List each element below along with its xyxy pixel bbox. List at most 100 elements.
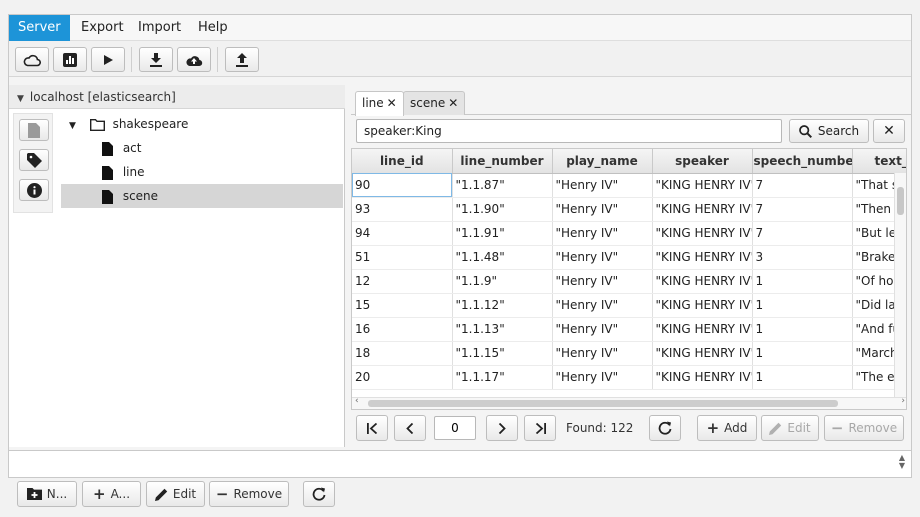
connection-header[interactable]: ▼ localhost [elasticsearch] [9,85,345,109]
cell-line-number[interactable]: "1.1.9" [452,269,553,294]
cell-speaker[interactable]: "KING HENRY IV" [652,269,753,294]
cell-line-id[interactable]: 94 [352,221,453,246]
cell-line-number[interactable]: "1.1.87" [452,173,553,198]
vertical-scrollbar[interactable] [894,173,906,401]
cell-line-id[interactable]: 18 [352,341,453,366]
cell-speaker[interactable]: "KING HENRY IV" [652,317,753,342]
tab-scene[interactable]: scene ✕ [403,91,466,115]
scroll-thumb[interactable] [897,187,904,215]
scroll-spinner-icon[interactable]: ▲ ▼ [897,454,907,474]
menu-export[interactable]: Export [72,15,133,41]
menu-import[interactable]: Import [129,15,190,41]
cell-speech-number[interactable]: 1 [752,341,853,366]
column-header-line-id[interactable]: line_id [352,149,453,174]
cell-play-name[interactable]: "Henry IV" [552,365,653,390]
cell-speech-number[interactable]: 7 [752,221,853,246]
cell-line-number[interactable]: "1.1.12" [452,293,553,318]
cell-line-id[interactable]: 16 [352,317,453,342]
cell-line-number[interactable]: "1.1.13" [452,317,553,342]
remove-button[interactable]: − Remove [209,481,289,507]
cell-line-id[interactable]: 90 [352,173,453,198]
refresh-tree-button[interactable] [303,481,335,507]
table-row[interactable]: 15 "1.1.12" "Henry IV" "KING HENRY IV" 1 "Did… [352,293,906,318]
add-document-button[interactable]: + Add [697,415,757,441]
table-row[interactable]: 51 "1.1.48" "Henry IV" "KING HENRY IV" 3 "Bra… [352,245,906,270]
cell-speaker[interactable]: "KING HENRY IV" [652,173,753,198]
cell-speech-number[interactable]: 1 [752,365,853,390]
cloud-upload-button[interactable] [177,47,211,72]
tree-node-line[interactable]: line [102,160,144,184]
first-page-button[interactable] [356,415,388,441]
cell-line-id[interactable]: 15 [352,293,453,318]
scroll-left-icon[interactable]: ‹ [355,396,359,406]
refresh-results-button[interactable] [649,415,681,441]
cell-speaker[interactable]: "KING HENRY IV" [652,341,753,366]
close-icon[interactable]: ✕ [448,96,458,110]
close-icon[interactable]: ✕ [387,96,397,110]
next-page-button[interactable] [486,415,518,441]
menu-server[interactable]: Server [9,15,70,41]
search-button[interactable]: Search [789,119,869,143]
table-row[interactable]: 18 "1.1.15" "Henry IV" "KING HENRY IV" 1 "Mar… [352,341,906,366]
scroll-thumb[interactable] [368,400,838,407]
cell-speaker[interactable]: "KING HENRY IV" [652,293,753,318]
page-number-input[interactable] [434,416,476,440]
document-side-button[interactable] [19,119,49,141]
cell-line-id[interactable]: 93 [352,197,453,222]
cell-line-id[interactable]: 20 [352,365,453,390]
search-input[interactable] [356,119,782,143]
cell-line-number[interactable]: "1.1.90" [452,197,553,222]
scroll-right-icon[interactable]: › [901,396,905,406]
info-side-button[interactable] [19,179,49,201]
cell-play-name[interactable]: "Henry IV" [552,269,653,294]
cell-line-id[interactable]: 12 [352,269,453,294]
cell-line-number[interactable]: "1.1.17" [452,365,553,390]
cell-speech-number[interactable]: 7 [752,173,853,198]
horizontal-scrollbar[interactable]: ‹ › [352,396,906,409]
add-type-button[interactable]: + A... [82,481,141,507]
cell-line-number[interactable]: "1.1.15" [452,341,553,366]
table-row[interactable]: 94 "1.1.91" "Henry IV" "KING HENRY IV" 7 "But… [352,221,906,246]
tree-node-act[interactable]: act [102,136,141,160]
cell-line-id[interactable]: 51 [352,245,453,270]
column-header-play-name[interactable]: play_name [552,149,653,174]
cell-speaker[interactable]: "KING HENRY IV" [652,245,753,270]
cell-play-name[interactable]: "Henry IV" [552,245,653,270]
cell-speech-number[interactable]: 3 [752,245,853,270]
cell-play-name[interactable]: "Henry IV" [552,197,653,222]
column-header-speech-number[interactable]: speech_number [752,149,853,174]
cell-speech-number[interactable]: 1 [752,317,853,342]
column-header-line-number[interactable]: line_number [452,149,553,174]
cell-line-number[interactable]: "1.1.91" [452,221,553,246]
remove-document-button[interactable]: − Remove [824,415,904,441]
cell-play-name[interactable]: "Henry IV" [552,173,653,198]
table-row[interactable]: 20 "1.1.17" "Henry IV" "KING HENRY IV" 1 "The… [352,365,906,390]
expand-triangle-icon[interactable]: ▼ [69,121,76,131]
table-row[interactable]: 90 "1.1.87" "Henry IV" "KING HENRY IV" 7 "Tha… [352,173,906,198]
run-button[interactable] [91,47,125,72]
column-header-text-en[interactable]: text_en [852,149,906,174]
cell-play-name[interactable]: "Henry IV" [552,341,653,366]
cell-speech-number[interactable]: 1 [752,293,853,318]
collapse-triangle-icon[interactable]: ▼ [17,94,24,104]
cell-speech-number[interactable]: 7 [752,197,853,222]
tree-node-scene[interactable]: scene [61,184,343,208]
menu-help[interactable]: Help [189,15,237,41]
cell-speaker[interactable]: "KING HENRY IV" [652,365,753,390]
cell-play-name[interactable]: "Henry IV" [552,317,653,342]
cell-speaker[interactable]: "KING HENRY IV" [652,221,753,246]
cell-speaker[interactable]: "KING HENRY IV" [652,197,753,222]
table-row[interactable]: 93 "1.1.90" "Henry IV" "KING HENRY IV" 7 "The… [352,197,906,222]
clear-search-button[interactable]: ✕ [873,119,905,143]
cell-line-number[interactable]: "1.1.48" [452,245,553,270]
cell-speech-number[interactable]: 1 [752,269,853,294]
upload-button[interactable] [225,47,259,72]
stats-button[interactable] [53,47,87,72]
last-page-button[interactable] [524,415,556,441]
table-row[interactable]: 12 "1.1.9" "Henry IV" "KING HENRY IV" 1 "Of h… [352,269,906,294]
previous-page-button[interactable] [394,415,426,441]
edit-document-button[interactable]: Edit [761,415,819,441]
table-row[interactable]: 16 "1.1.13" "Henry IV" "KING HENRY IV" 1 "And… [352,317,906,342]
column-header-speaker[interactable]: speaker [652,149,753,174]
download-button[interactable] [139,47,173,72]
